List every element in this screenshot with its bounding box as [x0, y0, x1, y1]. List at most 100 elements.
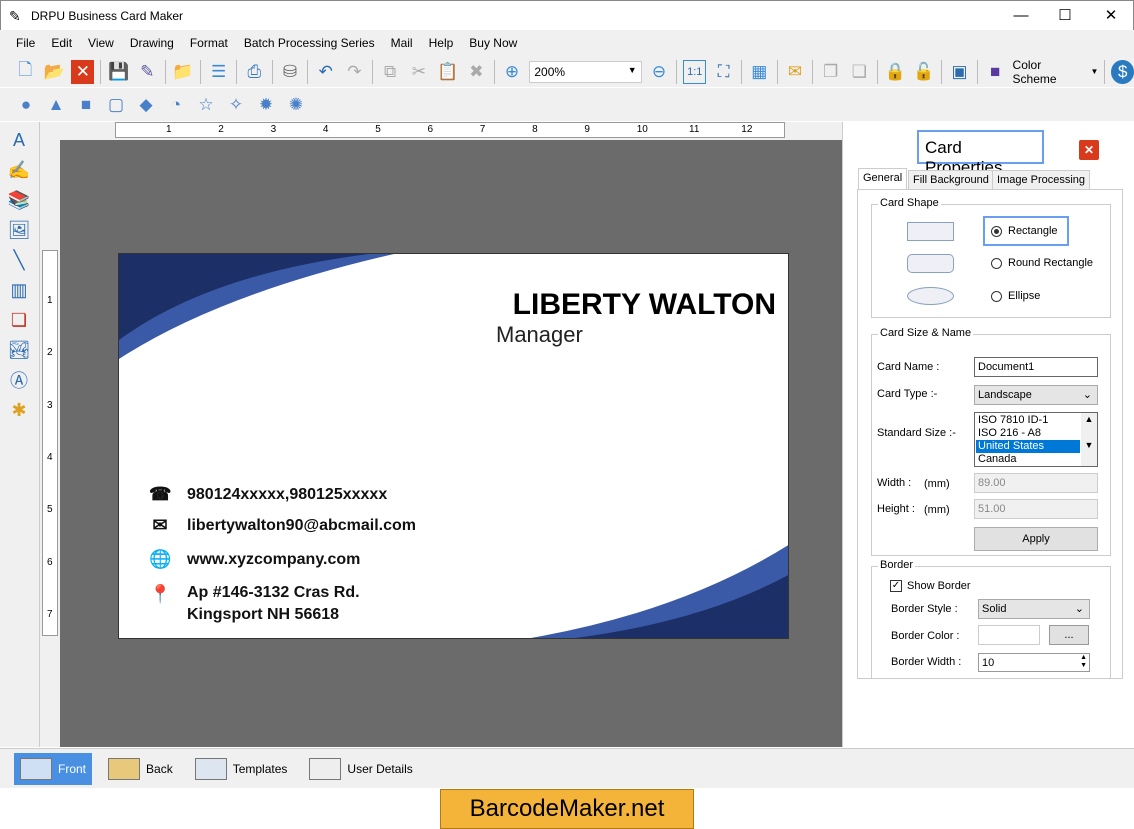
card-address-line2[interactable]: Kingsport NH 56618: [187, 606, 360, 624]
card-type-select[interactable]: Landscape ⌄: [974, 385, 1098, 405]
buy-icon[interactable]: $: [1111, 59, 1134, 84]
border-color-button[interactable]: ...: [1049, 625, 1089, 645]
spinner-icon[interactable]: ▲ ▼: [1080, 654, 1087, 670]
radio-round-rectangle[interactable]: Round Rectangle: [991, 257, 1093, 269]
save-as-icon[interactable]: ✎: [136, 60, 159, 84]
card-role[interactable]: Manager: [496, 322, 583, 348]
copy-icon[interactable]: ⧉: [379, 60, 402, 84]
tab-user-details[interactable]: User Details: [303, 753, 418, 785]
picture-tool-icon[interactable]: 🏞: [7, 338, 31, 362]
text-tool-icon[interactable]: A: [7, 128, 31, 152]
open-icon[interactable]: 📂: [43, 60, 66, 84]
mail-icon[interactable]: ✉: [784, 60, 807, 84]
signature-tool-icon[interactable]: ✍: [7, 158, 31, 182]
send-back-icon[interactable]: ❏: [848, 60, 871, 84]
card-address-line1[interactable]: Ap #146-3132 Cras Rd.: [187, 584, 360, 602]
close-doc-icon[interactable]: ✕: [71, 59, 95, 84]
color-scheme-icon[interactable]: ■: [984, 60, 1007, 84]
list-scrollbar[interactable]: ▲ ▼: [1081, 413, 1097, 466]
list-item-selected[interactable]: United States: [976, 440, 1080, 453]
circle-icon[interactable]: ●: [14, 93, 38, 117]
menu-edit[interactable]: Edit: [43, 30, 80, 56]
menu-view[interactable]: View: [80, 30, 122, 56]
database-icon[interactable]: ⛁: [279, 60, 302, 84]
barcode-tool-icon[interactable]: ▥: [7, 278, 31, 302]
radio-rectangle[interactable]: Rectangle: [983, 216, 1069, 246]
minimize-button[interactable]: —: [1001, 5, 1041, 27]
properties-icon[interactable]: ☰: [207, 60, 230, 84]
radio-ellipse[interactable]: Ellipse: [991, 290, 1040, 302]
image-tool-icon[interactable]: 🖼: [7, 218, 31, 242]
menu-format[interactable]: Format: [182, 30, 236, 56]
border-width-input[interactable]: 10 ▲ ▼: [978, 653, 1090, 672]
shapes-tool-icon[interactable]: ❏: [7, 308, 31, 332]
paste-icon[interactable]: 📋: [436, 60, 459, 84]
menu-batch[interactable]: Batch Processing Series: [236, 30, 383, 56]
cut-icon[interactable]: ✂: [407, 60, 430, 84]
card-phone[interactable]: 980124xxxxx,980125xxxxx: [187, 486, 387, 504]
close-button[interactable]: ✕: [1091, 5, 1131, 27]
triangle-icon[interactable]: ▲: [44, 93, 68, 117]
list-item[interactable]: ISO 7810 ID-1: [976, 414, 1096, 427]
unlock-icon[interactable]: 🔓: [912, 60, 935, 84]
pie-icon[interactable]: ◔: [164, 93, 188, 117]
delete-icon[interactable]: ✖: [465, 60, 488, 84]
tab-general[interactable]: General: [858, 168, 908, 190]
menu-help[interactable]: Help: [421, 30, 462, 56]
bring-front-icon[interactable]: ❐: [819, 60, 842, 84]
align-icon[interactable]: ▣: [948, 60, 971, 84]
four-point-star-icon[interactable]: ✧: [224, 93, 248, 117]
grid-icon[interactable]: ▦: [748, 60, 771, 84]
height-input[interactable]: 51.00: [974, 499, 1098, 519]
fit-icon[interactable]: ⛶: [712, 60, 735, 84]
card-name[interactable]: LIBERTY WALTON: [513, 288, 776, 322]
color-scheme-button[interactable]: Color Scheme: [1013, 58, 1085, 86]
ruler-tick-label: 7: [479, 124, 486, 135]
apply-button[interactable]: Apply: [974, 527, 1098, 551]
zoom-out-icon[interactable]: ⊖: [648, 60, 671, 84]
list-item[interactable]: Canada: [976, 453, 1096, 466]
new-icon[interactable]: 🗋: [14, 60, 37, 84]
actual-size-icon[interactable]: 1:1: [683, 59, 707, 84]
zoom-in-icon[interactable]: ⊕: [501, 60, 524, 84]
zoom-select[interactable]: 200% ▼: [529, 60, 642, 83]
tab-back[interactable]: Back: [102, 753, 179, 785]
lock-icon[interactable]: 🔒: [884, 60, 907, 84]
list-item[interactable]: ISO 216 - A8: [976, 427, 1096, 440]
tab-image-processing[interactable]: Image Processing: [992, 170, 1091, 190]
rounded-square-icon[interactable]: ▢: [104, 93, 128, 117]
standard-size-list[interactable]: ISO 7810 ID-1 ISO 216 - A8 United States…: [974, 412, 1098, 467]
watermark-banner: BarcodeMaker.net: [440, 789, 694, 829]
tab-fill-background[interactable]: Fill Background: [908, 170, 994, 190]
redo-icon[interactable]: ↷: [343, 60, 366, 84]
square-icon[interactable]: ■: [74, 93, 98, 117]
diamond-icon[interactable]: ◆: [134, 93, 158, 117]
tab-templates[interactable]: Templates: [189, 753, 294, 785]
show-border-checkbox[interactable]: ✓ Show Border: [890, 580, 971, 593]
line-tool-icon[interactable]: ╲: [7, 248, 31, 272]
menu-mail[interactable]: Mail: [383, 30, 421, 56]
maximize-button[interactable]: ☐: [1045, 5, 1085, 27]
border-style-select[interactable]: Solid ⌄: [978, 599, 1090, 619]
width-input[interactable]: 89.00: [974, 473, 1098, 493]
burst-icon[interactable]: ✹: [254, 93, 278, 117]
card-website[interactable]: www.xyzcompany.com: [187, 551, 360, 569]
menu-buy-now[interactable]: Buy Now: [461, 30, 525, 56]
import-icon[interactable]: 📁: [172, 60, 195, 84]
print-icon[interactable]: ⎙: [243, 60, 266, 84]
library-tool-icon[interactable]: 📚: [7, 188, 31, 212]
tab-front[interactable]: Front: [14, 752, 93, 785]
business-card[interactable]: LIBERTY WALTON Manager ☎ 980124xxxxx,9801…: [118, 253, 789, 639]
menu-drawing[interactable]: Drawing: [122, 30, 182, 56]
star-icon[interactable]: ☆: [194, 93, 218, 117]
border-color-swatch[interactable]: [978, 625, 1040, 645]
seal-icon[interactable]: ✺: [284, 93, 308, 117]
symbol-tool-icon[interactable]: ✱: [7, 398, 31, 422]
undo-icon[interactable]: ↶: [314, 60, 337, 84]
word-art-tool-icon[interactable]: Ⓐ: [7, 368, 31, 392]
save-icon[interactable]: 💾: [107, 60, 130, 84]
close-panel-icon[interactable]: ✕: [1079, 140, 1099, 160]
menu-file[interactable]: File: [8, 30, 43, 56]
card-name-input[interactable]: Document1: [974, 357, 1098, 377]
card-email[interactable]: libertywalton90@abcmail.com: [187, 517, 416, 535]
